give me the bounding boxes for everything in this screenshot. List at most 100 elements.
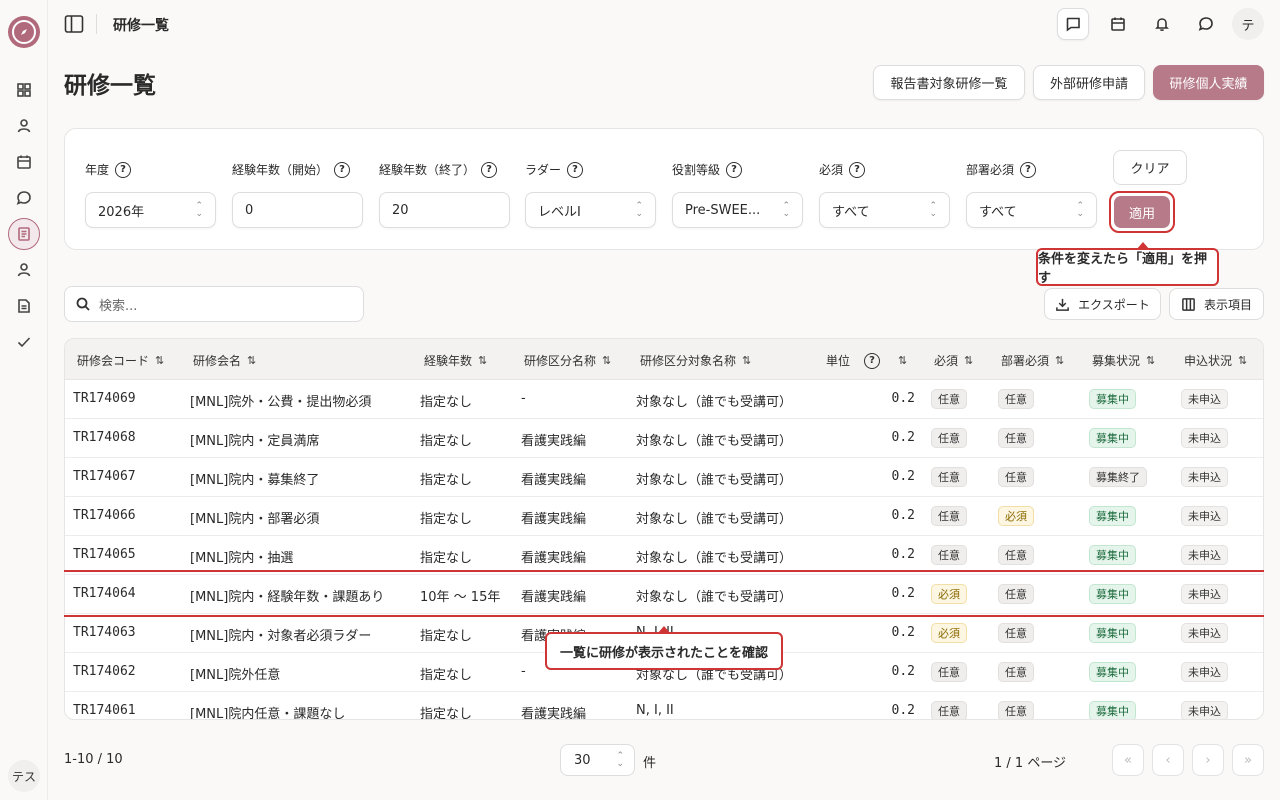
col-category-header[interactable]: 研修区分名称 ⇅ xyxy=(524,352,611,369)
dept-required-badge: 任意 xyxy=(998,662,1034,682)
cell-unit: 0.2 xyxy=(891,547,915,562)
cell-exp: 10年 〜 15年 xyxy=(420,590,501,605)
recruit-status-badge: 募集中 xyxy=(1089,545,1136,565)
table-row[interactable]: TR174067 [MNL]院内・募集終了 指定なし 看護実践編 対象なし（誰でも受講可… xyxy=(65,458,1263,497)
dept-required-badge: 任意 xyxy=(998,701,1034,719)
message-icon xyxy=(1066,17,1080,32)
help-icon[interactable]: ? xyxy=(726,161,743,178)
document-icon[interactable] xyxy=(8,218,40,250)
sort-icon: ⇅ xyxy=(1146,354,1155,367)
recruit-status-badge: 募集中 xyxy=(1089,428,1136,448)
filter-required-label: 必須? xyxy=(819,161,866,178)
table-row[interactable]: TR174066 [MNL]院内・部署必須 指定なし 看護実践編 対象なし（誰でも受講可… xyxy=(65,497,1263,536)
col-target-header[interactable]: 研修区分対象名称 ⇅ xyxy=(640,352,751,369)
check-icon[interactable] xyxy=(12,330,36,354)
apply-callout: 条件を変えたら「適用」を押す xyxy=(1036,242,1219,286)
filter-year-label: 年度? xyxy=(85,161,132,178)
columns-button[interactable]: 表示項目 xyxy=(1169,288,1264,320)
cell-unit: 0.2 xyxy=(891,625,915,640)
exp-end-input[interactable]: 20 xyxy=(379,192,510,228)
report-list-button[interactable]: 報告書対象研修一覧 xyxy=(873,65,1025,100)
sidebar-toggle-icon[interactable] xyxy=(64,14,84,34)
clear-button[interactable]: クリア xyxy=(1113,150,1187,185)
avatar[interactable]: テ xyxy=(1232,8,1264,40)
apply-status-badge: 未申込 xyxy=(1181,545,1228,565)
col-required-header[interactable]: 必須 ⇅ xyxy=(934,352,973,369)
chat-button[interactable] xyxy=(1190,8,1222,40)
help-icon[interactable]: ? xyxy=(115,161,132,178)
col-dept-header[interactable]: 部署必須 ⇅ xyxy=(1001,352,1064,369)
cell-category: 看護実践編 xyxy=(521,551,587,566)
table-row[interactable]: TR174068 [MNL]院内・定員満席 指定なし 看護実践編 対象なし（誰でも受講可… xyxy=(65,419,1263,458)
first-page-button[interactable]: « xyxy=(1112,744,1144,776)
compass-logo[interactable] xyxy=(8,16,40,48)
cell-category: - xyxy=(521,664,526,679)
person-icon[interactable] xyxy=(12,114,36,138)
col-apply-header[interactable]: 申込状況 ⇅ xyxy=(1184,352,1247,369)
header-divider xyxy=(96,14,97,34)
next-page-button[interactable]: › xyxy=(1192,744,1224,776)
prev-page-button[interactable]: ‹ xyxy=(1152,744,1184,776)
chevron-updown-icon: ⌃ ⌄ xyxy=(929,201,937,219)
exp-start-input[interactable]: 0 xyxy=(232,192,363,228)
col-name-header[interactable]: 研修会名 ⇅ xyxy=(193,352,256,369)
calendar-button[interactable] xyxy=(1102,8,1134,40)
required-badge: 必須 xyxy=(931,584,967,604)
cell-name: [MNL]院内・部署必須 xyxy=(190,512,320,527)
col-unit-header[interactable]: 単位? ⇅ xyxy=(826,352,907,369)
calendar-icon[interactable] xyxy=(12,150,36,174)
external-request-button[interactable]: 外部研修申請 xyxy=(1033,65,1145,100)
help-icon[interactable]: ? xyxy=(481,161,498,178)
help-icon[interactable]: ? xyxy=(1020,161,1037,178)
filter-ladder-label: ラダー? xyxy=(525,161,584,178)
apply-button[interactable]: 適用 xyxy=(1114,196,1170,228)
col-exp-header[interactable]: 経験年数 ⇅ xyxy=(424,352,487,369)
year-select[interactable]: 2026年 ⌃ ⌄ xyxy=(85,192,216,228)
help-icon[interactable]: ? xyxy=(567,161,584,178)
last-page-button[interactable]: » xyxy=(1232,744,1264,776)
dept-required-badge: 任意 xyxy=(998,428,1034,448)
chat-icon[interactable] xyxy=(12,186,36,210)
col-recruit-header[interactable]: 募集状況 ⇅ xyxy=(1092,352,1155,369)
ladder-select[interactable]: レベルI ⌃ ⌄ xyxy=(525,192,656,228)
cell-category: 看護実践編 xyxy=(521,512,587,527)
role-select[interactable]: Pre-SWEE... ⌃ ⌄ xyxy=(672,192,803,228)
report-icon[interactable] xyxy=(12,294,36,318)
per-page-select[interactable]: 30 ⌃ ⌄ xyxy=(560,744,635,776)
required-select[interactable]: すべて ⌃ ⌄ xyxy=(819,192,950,228)
cell-name: [MNL]院内・対象者必須ラダー xyxy=(190,629,372,644)
cell-name: [MNL]院内任意・課題なし xyxy=(190,707,346,720)
col-code-header[interactable]: 研修会コード ⇅ xyxy=(77,352,164,369)
apply-highlight: 適用 xyxy=(1109,191,1175,233)
filter-role-label: 役割等級? xyxy=(672,161,743,178)
cell-unit: 0.2 xyxy=(891,469,915,484)
dept-required-badge: 任意 xyxy=(998,467,1034,487)
dept-required-select[interactable]: すべて ⌃ ⌄ xyxy=(966,192,1097,228)
search-input[interactable]: 検索... xyxy=(64,286,364,322)
cell-code: TR174067 xyxy=(73,469,136,484)
recruit-status-badge: 募集中 xyxy=(1089,389,1136,409)
help-icon[interactable]: ? xyxy=(849,161,866,178)
table-row[interactable]: TR174065 [MNL]院内・抽選 指定なし 看護実践編 対象なし（誰でも受講可） 0… xyxy=(65,536,1263,575)
message-button[interactable] xyxy=(1057,8,1089,40)
page-title: 研修一覧 xyxy=(64,73,156,99)
export-button[interactable]: エクスポート xyxy=(1044,288,1161,320)
apply-status-badge: 未申込 xyxy=(1181,506,1228,526)
cell-category: 看護実践編 xyxy=(521,707,587,720)
recruit-status-badge: 募集中 xyxy=(1089,662,1136,682)
cell-exp: 指定なし xyxy=(420,629,473,644)
dashboard-icon[interactable] xyxy=(12,78,36,102)
notification-button[interactable] xyxy=(1146,8,1178,40)
dept-required-badge: 任意 xyxy=(998,623,1034,643)
dept-required-badge: 必須 xyxy=(998,506,1034,526)
cell-exp: 指定なし xyxy=(420,395,473,410)
cell-category: 看護実践編 xyxy=(521,434,587,449)
table-row[interactable]: TR174069 [MNL]院外・公費・提出物必須 指定なし - 対象なし（誰でも受講可… xyxy=(65,380,1263,419)
filter-dept-required-label: 部署必須? xyxy=(966,161,1037,178)
table-row[interactable]: TR174061 [MNL]院内任意・課題なし 指定なし 看護実践編 N, I, II 0… xyxy=(65,692,1263,720)
user-menu-avatar[interactable]: テス xyxy=(8,760,40,792)
table-row[interactable]: TR174064 [MNL]院内・経験年数・課題あり 10年 〜 15年 看護実践編 対… xyxy=(65,575,1263,614)
user-icon[interactable] xyxy=(12,258,36,282)
help-icon[interactable]: ? xyxy=(334,161,351,178)
personal-record-button[interactable]: 研修個人実績 xyxy=(1153,65,1264,100)
